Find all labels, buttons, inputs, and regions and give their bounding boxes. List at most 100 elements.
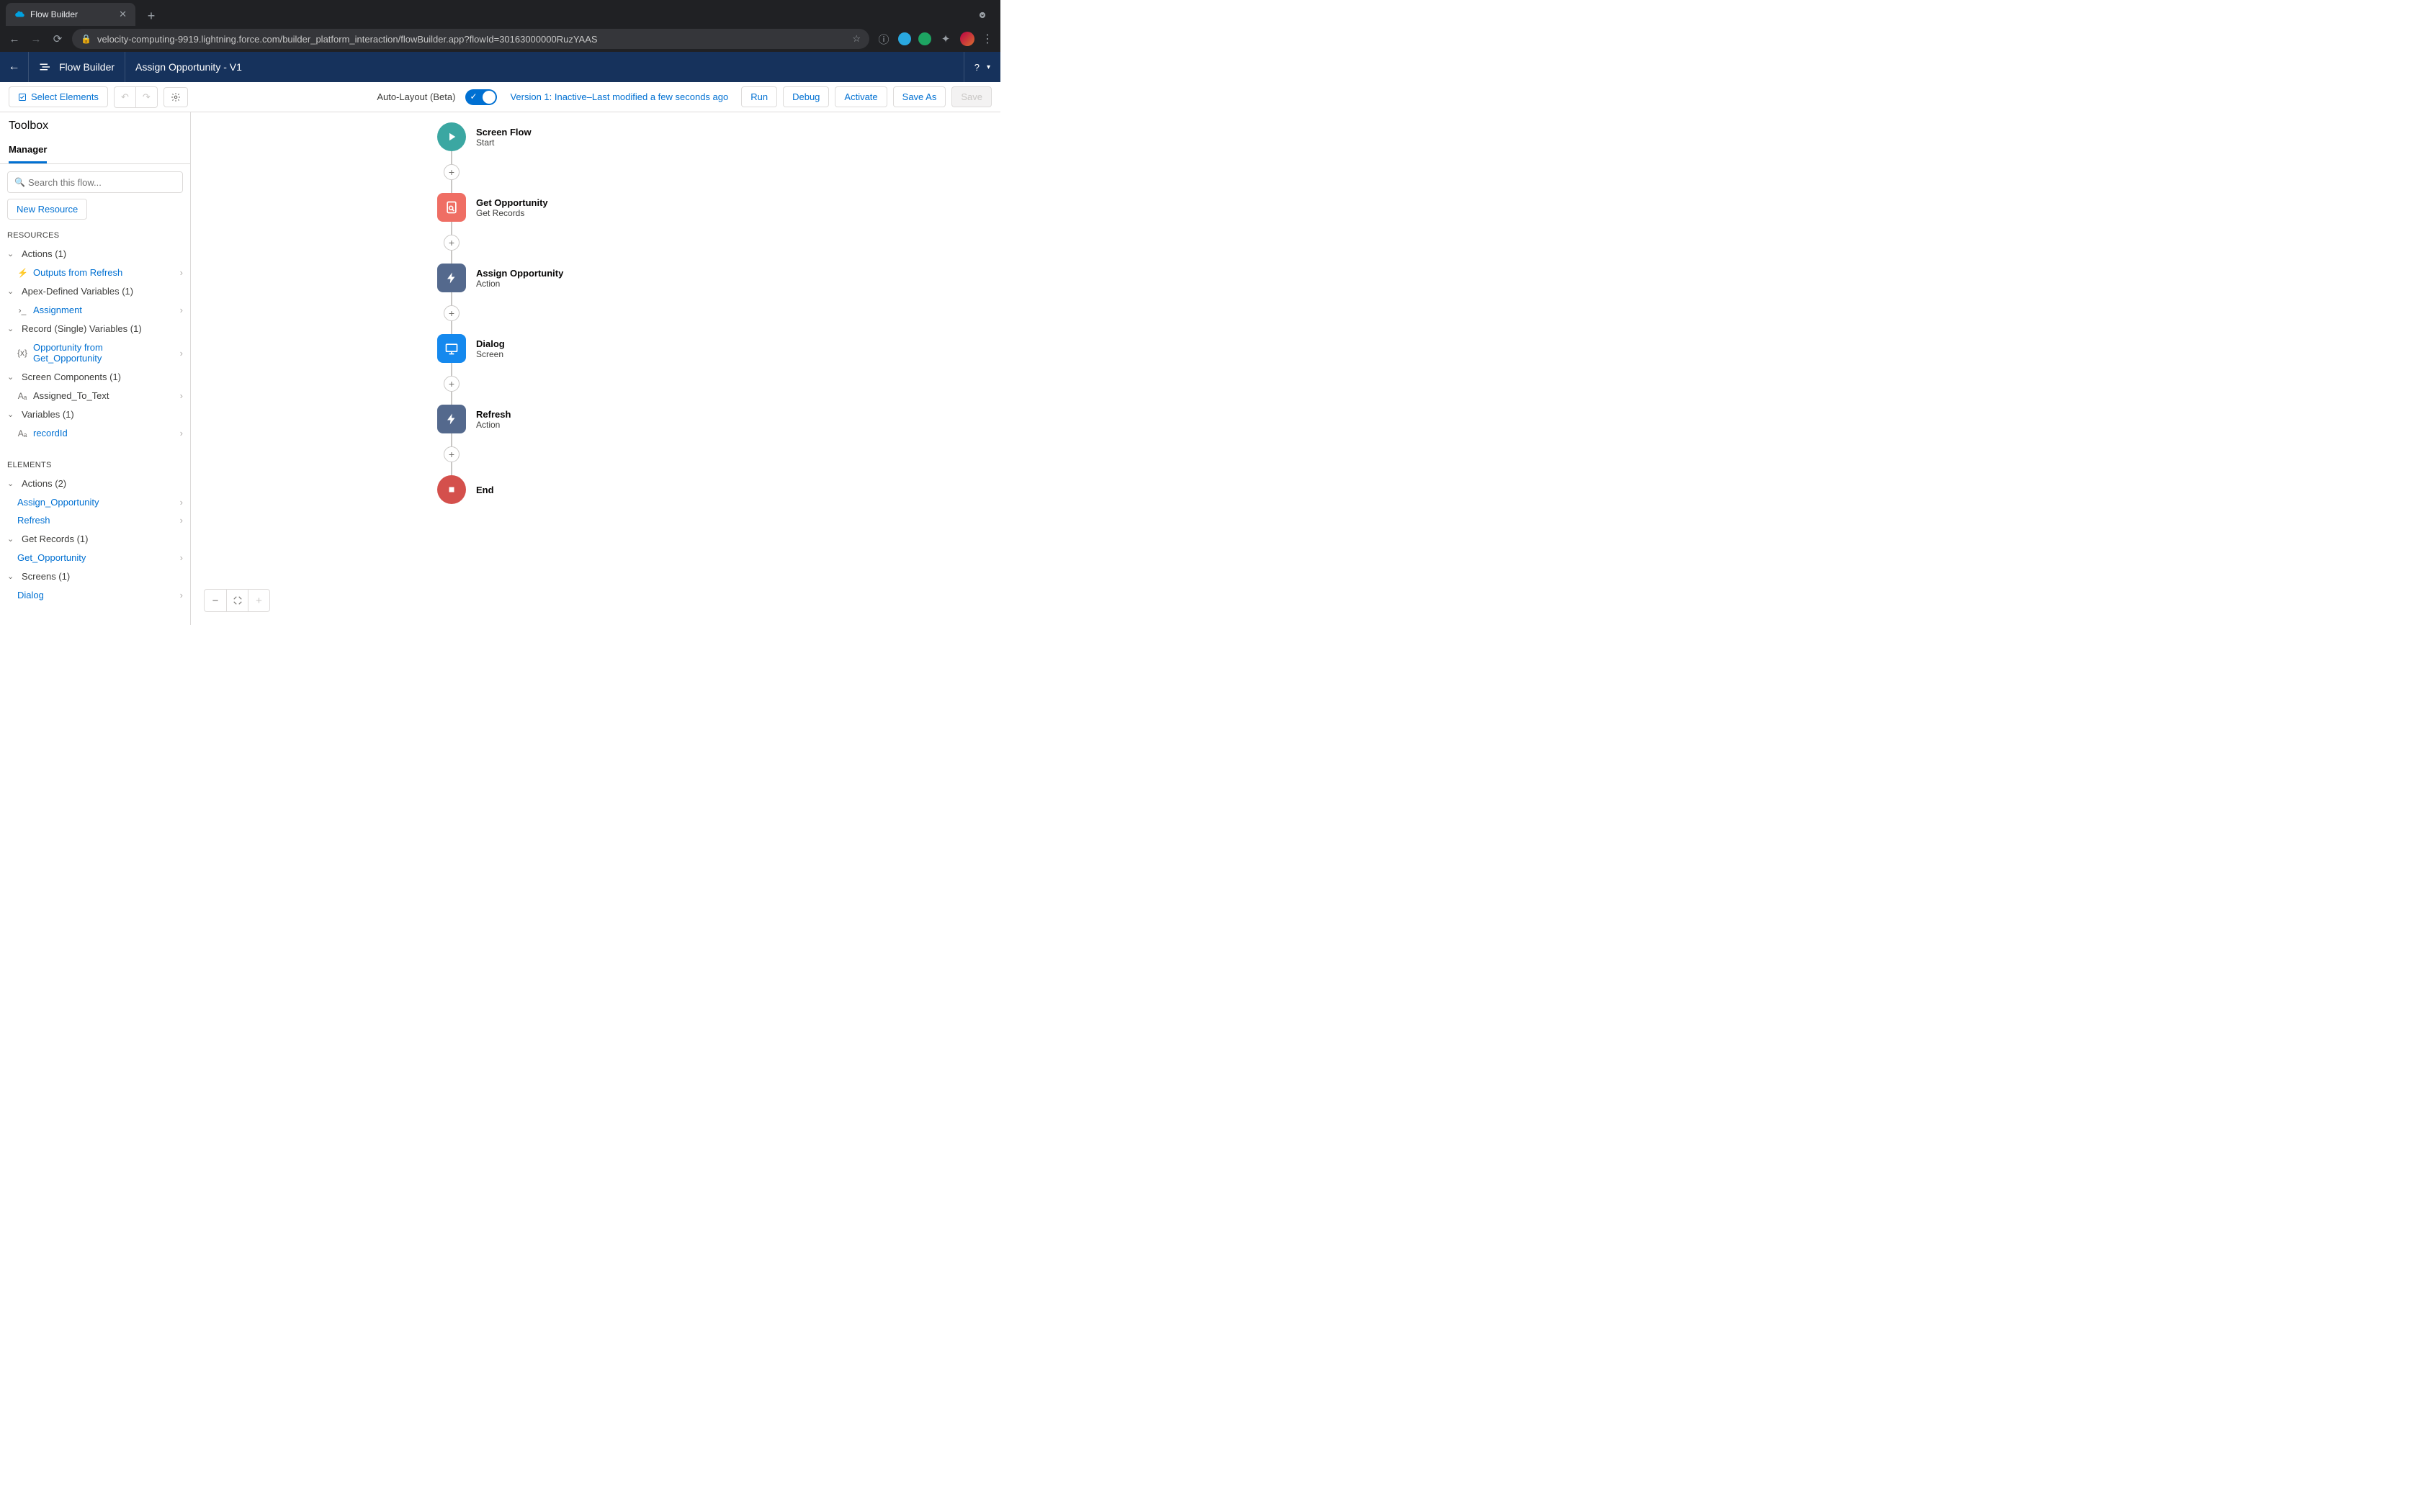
chevron-down-icon: ▾ bbox=[987, 63, 990, 71]
profile-avatar[interactable] bbox=[960, 32, 974, 46]
connector: + bbox=[437, 222, 466, 264]
extensions-puzzle-icon[interactable]: ✦ bbox=[938, 32, 953, 45]
group-variables[interactable]: ⌄ Variables (1) bbox=[4, 405, 186, 424]
resource-item[interactable]: ⚡ Outputs from Refresh › bbox=[4, 264, 186, 282]
add-element-button[interactable]: + bbox=[444, 376, 460, 392]
prompt-icon: ›_ bbox=[17, 305, 27, 315]
settings-button[interactable] bbox=[163, 87, 188, 107]
flow-icon bbox=[39, 62, 52, 72]
group-record-single[interactable]: ⌄ Record (Single) Variables (1) bbox=[4, 319, 186, 338]
add-element-button[interactable]: + bbox=[444, 446, 460, 462]
autolayout-label: Auto-Layout (Beta) bbox=[377, 91, 455, 102]
group-apex-vars[interactable]: ⌄ Apex-Defined Variables (1) bbox=[4, 282, 186, 301]
resources-heading: RESOURCES bbox=[0, 227, 190, 244]
group-elements-getrecords[interactable]: ⌄ Get Records (1) bbox=[4, 529, 186, 549]
flow-node[interactable]: Assign OpportunityAction bbox=[437, 264, 754, 292]
connector-line bbox=[451, 251, 452, 264]
tab-strip: Flow Builder ✕ + bbox=[0, 0, 1000, 26]
builder-app-title-segment: Flow Builder bbox=[29, 52, 125, 82]
element-item[interactable]: Assign_Opportunity › bbox=[4, 493, 186, 511]
chevron-down-icon: ⌄ bbox=[7, 534, 16, 544]
forward-icon[interactable]: → bbox=[29, 33, 43, 45]
reload-icon[interactable]: ⟳ bbox=[50, 32, 65, 45]
select-elements-button[interactable]: Select Elements bbox=[9, 86, 108, 107]
bookmark-star-icon[interactable]: ☆ bbox=[852, 33, 861, 45]
node-labels: Get OpportunityGet Records bbox=[476, 197, 548, 218]
tab-manager[interactable]: Manager bbox=[9, 138, 47, 163]
extension-icon[interactable] bbox=[918, 32, 931, 45]
lock-icon: 🔒 bbox=[81, 34, 91, 44]
node-labels: RefreshAction bbox=[476, 409, 511, 430]
screen-node-icon bbox=[437, 334, 466, 363]
version-status-text[interactable]: Version 1: Inactive–Last modified a few … bbox=[510, 91, 728, 102]
resource-item[interactable]: ›_ Assignment › bbox=[4, 301, 186, 319]
bolt-icon: ⚡ bbox=[17, 268, 27, 278]
run-button[interactable]: Run bbox=[741, 86, 777, 107]
resource-label: Outputs from Refresh bbox=[33, 267, 122, 278]
help-menu[interactable]: ? ▾ bbox=[964, 52, 1000, 82]
group-label: Record (Single) Variables (1) bbox=[22, 323, 142, 334]
add-element-button[interactable]: + bbox=[444, 164, 460, 180]
flow-node[interactable]: End bbox=[437, 475, 754, 504]
chevron-right-icon: › bbox=[180, 590, 183, 600]
flow-node[interactable]: Screen FlowStart bbox=[437, 122, 754, 151]
window-minimize-icon[interactable] bbox=[970, 4, 995, 26]
debug-button[interactable]: Debug bbox=[783, 86, 829, 107]
text-icon: Aₐ bbox=[17, 428, 27, 438]
add-element-button[interactable]: + bbox=[444, 235, 460, 251]
group-actions[interactable]: ⌄ Actions (1) bbox=[4, 244, 186, 264]
browser-tab[interactable]: Flow Builder ✕ bbox=[6, 3, 135, 26]
group-screen-components[interactable]: ⌄ Screen Components (1) bbox=[4, 367, 186, 387]
connector-line bbox=[451, 321, 452, 334]
node-subtitle: Action bbox=[476, 420, 511, 430]
node-title: Assign Opportunity bbox=[476, 268, 563, 279]
connector-line bbox=[451, 433, 452, 446]
connector-line bbox=[451, 180, 452, 193]
undo-button[interactable]: ↶ bbox=[114, 86, 136, 108]
flow-canvas[interactable]: Screen FlowStart + Get OpportunityGet Reco… bbox=[191, 112, 1000, 625]
flow-node[interactable]: Get OpportunityGet Records bbox=[437, 193, 754, 222]
element-label: Assign_Opportunity bbox=[17, 497, 99, 508]
info-icon[interactable]: ⓘ bbox=[877, 32, 891, 47]
zoom-out-button[interactable]: − bbox=[205, 590, 226, 611]
group-label: Variables (1) bbox=[22, 409, 74, 420]
kebab-menu-icon[interactable]: ⋮ bbox=[982, 32, 993, 46]
node-subtitle: Start bbox=[476, 138, 532, 148]
new-resource-button[interactable]: New Resource bbox=[7, 199, 87, 220]
back-icon[interactable]: ← bbox=[7, 33, 22, 45]
chevron-down-icon: ⌄ bbox=[7, 287, 16, 296]
resource-item[interactable]: Aₐ recordId › bbox=[4, 424, 186, 442]
checklist-icon bbox=[18, 93, 27, 102]
builder-back-button[interactable]: ← bbox=[0, 52, 29, 82]
group-elements-screens[interactable]: ⌄ Screens (1) bbox=[4, 567, 186, 586]
element-item[interactable]: Get_Opportunity › bbox=[4, 549, 186, 567]
autolayout-toggle[interactable]: ✓ bbox=[465, 89, 497, 105]
resource-item[interactable]: {x} Opportunity from Get_Opportunity › bbox=[4, 338, 186, 367]
zoom-in-button[interactable]: + bbox=[248, 590, 269, 611]
close-icon[interactable]: ✕ bbox=[119, 9, 127, 20]
save-as-button[interactable]: Save As bbox=[893, 86, 946, 107]
toolbox-sidebar: Toolbox Manager 🔍 New Resource RESOURCES… bbox=[0, 112, 191, 625]
chevron-right-icon: › bbox=[180, 515, 183, 526]
resource-item[interactable]: Aₐ Assigned_To_Text › bbox=[4, 387, 186, 405]
flow-node[interactable]: DialogScreen bbox=[437, 334, 754, 363]
text-icon: Aₐ bbox=[17, 391, 27, 401]
node-labels: Screen FlowStart bbox=[476, 127, 532, 148]
zoom-fit-button[interactable] bbox=[226, 590, 248, 611]
search-input[interactable] bbox=[7, 171, 183, 193]
activate-button[interactable]: Activate bbox=[835, 86, 887, 107]
add-element-button[interactable]: + bbox=[444, 305, 460, 321]
group-elements-actions[interactable]: ⌄ Actions (2) bbox=[4, 474, 186, 493]
node-subtitle: Screen bbox=[476, 349, 505, 359]
toolbox-tabs: Manager bbox=[0, 138, 190, 164]
element-item[interactable]: Refresh › bbox=[4, 511, 186, 529]
url-input[interactable]: 🔒 velocity-computing-9919.lightning.forc… bbox=[72, 29, 869, 49]
node-subtitle: Get Records bbox=[476, 208, 548, 218]
redo-button[interactable]: ↷ bbox=[136, 86, 158, 108]
element-item[interactable]: Dialog › bbox=[4, 586, 186, 604]
bolt-node-icon bbox=[437, 264, 466, 292]
flow-node[interactable]: RefreshAction bbox=[437, 405, 754, 433]
search-icon: 🔍 bbox=[14, 177, 25, 187]
new-tab-button[interactable]: + bbox=[141, 6, 161, 26]
extension-icon[interactable] bbox=[898, 32, 911, 45]
